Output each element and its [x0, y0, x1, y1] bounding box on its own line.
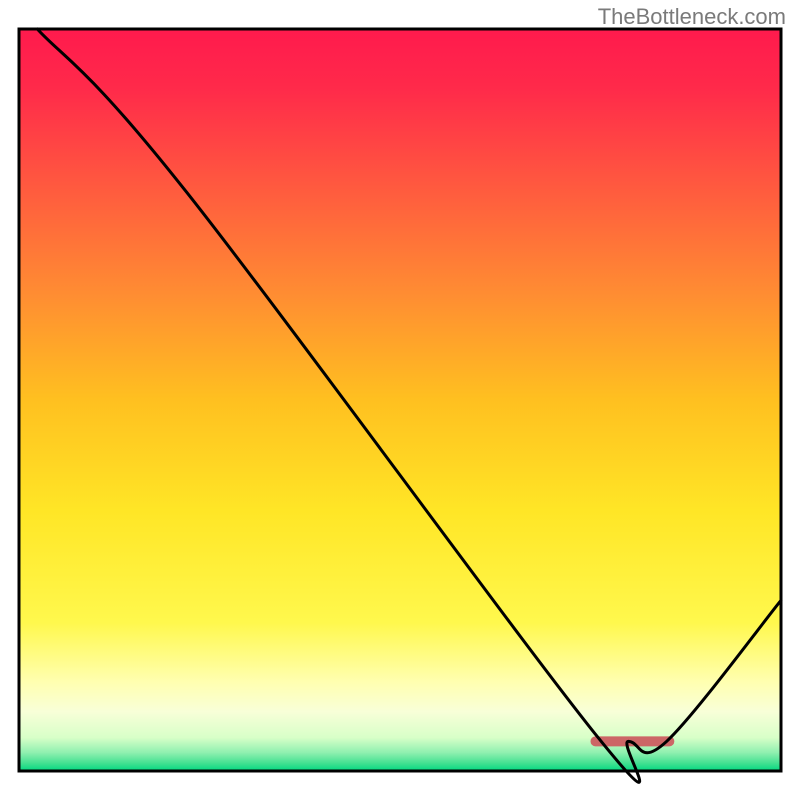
- watermark-text: TheBottleneck.com: [598, 4, 786, 30]
- plot-background: [19, 29, 781, 771]
- chart-container: TheBottleneck.com: [0, 0, 800, 800]
- chart-svg: [0, 0, 800, 800]
